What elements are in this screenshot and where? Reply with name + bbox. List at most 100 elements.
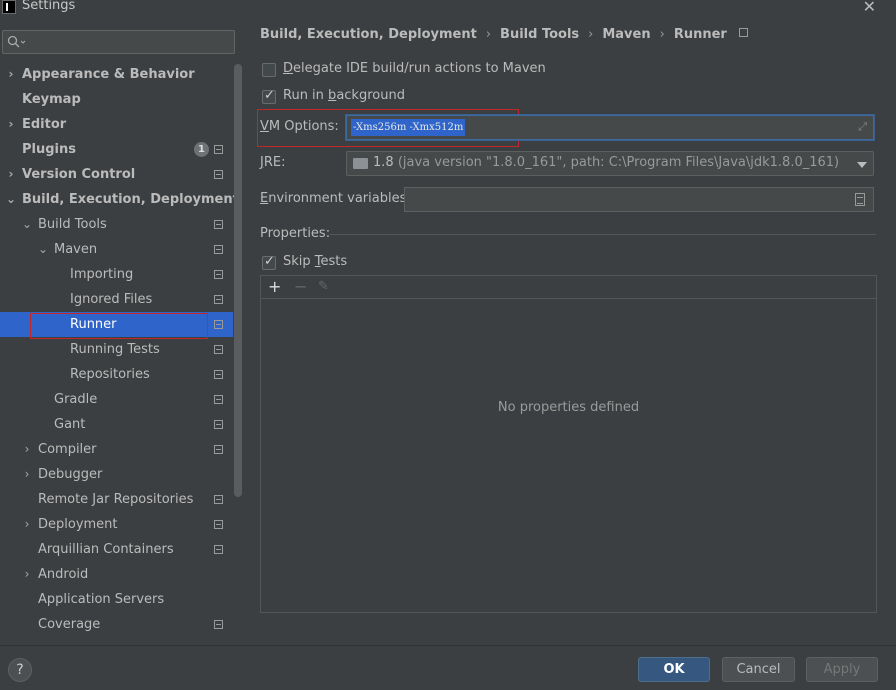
chevron-right-icon[interactable]: ›: [22, 512, 32, 537]
cancel-button[interactable]: Cancel: [722, 657, 795, 682]
sidebar-item-repositories[interactable]: Repositories: [0, 362, 233, 387]
remove-icon[interactable]: −: [294, 277, 307, 297]
project-scope-icon: [214, 395, 223, 404]
delegate-checkbox-row[interactable]: Delegate IDE build/run actions to Maven: [262, 61, 546, 81]
properties-toolbar: + − ✎: [261, 276, 876, 299]
sidebar-item-label: Application Servers: [38, 592, 165, 607]
skip-tests-checkbox[interactable]: [262, 254, 276, 270]
chevron-right-icon[interactable]: ›: [22, 462, 32, 487]
search-input[interactable]: [2, 30, 235, 54]
runner-highlight-box: [30, 313, 208, 339]
chevron-down-icon[interactable]: [857, 162, 867, 168]
chevron-right-icon[interactable]: ›: [22, 562, 32, 587]
project-scope-icon: [214, 220, 223, 229]
sidebar-item-label: Plugins: [22, 142, 76, 157]
skip-tests-row[interactable]: Skip Tests: [262, 254, 352, 274]
vm-options-label: VM Options:: [260, 119, 339, 134]
window-title: Settings: [22, 0, 76, 13]
project-scope-icon: [214, 520, 223, 529]
browse-document-icon[interactable]: [855, 193, 865, 206]
sidebar-item-debugger[interactable]: › Debugger: [0, 462, 233, 487]
sidebar-item-keymap[interactable]: Keymap: [0, 87, 233, 112]
jre-select[interactable]: 1.8 (java version "1.8.0_161", path: C:\…: [346, 151, 874, 176]
chevron-down-icon[interactable]: ⌄: [22, 212, 32, 237]
sidebar-item-gant[interactable]: Gant: [0, 412, 233, 437]
sidebar-scrollbar[interactable]: [234, 64, 242, 497]
sidebar-item-arquillian-containers[interactable]: Arquillian Containers: [0, 537, 233, 562]
env-variables-label: Environment variables:: [260, 191, 411, 206]
help-button[interactable]: ?: [8, 658, 32, 682]
sidebar-item-ignored-files[interactable]: Ignored Files: [0, 287, 233, 312]
settings-sidebar: › Appearance & Behavior Keymap › Editor Plugi…: [0, 20, 243, 645]
sidebar-item-label: Maven: [54, 242, 98, 257]
sidebar-item-label: Deployment: [38, 517, 118, 532]
ok-button[interactable]: OK: [638, 657, 710, 682]
properties-label: Properties:: [260, 226, 331, 241]
sidebar-item-build-execution-deployment[interactable]: ⌄ Build, Execution, Deployment: [0, 187, 239, 212]
chevron-down-icon[interactable]: ⌄: [6, 187, 16, 212]
chevron-right-icon[interactable]: ›: [6, 112, 16, 137]
breadcrumb: Build, Execution, Deployment › Build Tools…: [260, 27, 748, 47]
sidebar-item-importing[interactable]: Importing: [0, 262, 233, 287]
project-scope-icon: [214, 170, 223, 179]
chevron-right-icon[interactable]: ›: [22, 437, 32, 462]
close-icon[interactable]: ✕: [863, 0, 876, 16]
env-variables-input[interactable]: [404, 187, 874, 212]
project-scope-icon: [214, 345, 223, 354]
add-icon[interactable]: +: [268, 277, 281, 297]
empty-state-text: No properties defined: [497, 400, 640, 415]
sidebar-item-application-servers[interactable]: Application Servers: [0, 587, 233, 612]
chevron-right-icon[interactable]: ›: [6, 62, 16, 87]
delegate-checkbox[interactable]: [262, 63, 276, 77]
skip-tests-label: Skip Tests: [283, 254, 348, 269]
apply-button[interactable]: Apply: [806, 657, 878, 682]
vm-options-input[interactable]: -Xms256m -Xmx512m ⤢: [346, 115, 874, 140]
expand-icon[interactable]: ⤢: [858, 120, 867, 134]
sidebar-item-maven[interactable]: ⌄ Maven: [0, 237, 233, 262]
sidebar-item-label: Keymap: [22, 92, 81, 107]
breadcrumb-item: Runner: [673, 27, 727, 42]
sidebar-item-label: Build, Execution, Deployment: [22, 192, 239, 207]
sidebar-item-coverage[interactable]: Coverage: [0, 612, 233, 637]
project-scope-icon: [214, 320, 223, 329]
jre-label: JRE:: [260, 155, 286, 170]
sidebar-item-version-control[interactable]: › Version Control: [0, 162, 233, 187]
sidebar-item-appearance-behavior[interactable]: › Appearance & Behavior: [0, 62, 233, 87]
edit-icon[interactable]: ✎: [318, 277, 329, 297]
sidebar-item-remote-jar-repositories[interactable]: Remote Jar Repositories: [0, 487, 233, 512]
sidebar-item-android[interactable]: › Android: [0, 562, 233, 587]
sidebar-item-label: Ignored Files: [70, 292, 153, 307]
delegate-label: Delegate IDE build/run actions to Maven: [283, 61, 546, 76]
project-scope-icon: [214, 620, 223, 629]
properties-divider: [330, 234, 876, 235]
project-scope-icon: [214, 545, 223, 554]
intellij-app-icon: [2, 0, 16, 14]
sidebar-item-gradle[interactable]: Gradle: [0, 387, 233, 412]
sidebar-item-running-tests[interactable]: Running Tests: [0, 337, 233, 362]
background-checkbox[interactable]: [262, 88, 276, 104]
sidebar-item-label: Compiler: [38, 442, 97, 457]
project-scope-icon: [738, 28, 748, 37]
footer-divider: [0, 645, 896, 646]
project-scope-icon: [214, 270, 223, 279]
breadcrumb-item: Build Tools: [500, 27, 580, 42]
breadcrumb-item: Maven: [602, 27, 651, 42]
background-checkbox-row[interactable]: Run in background: [262, 88, 405, 108]
properties-table[interactable]: + − ✎ No properties defined: [260, 275, 877, 613]
chevron-right-icon[interactable]: ›: [6, 162, 16, 187]
sidebar-item-label: Gradle: [54, 392, 98, 407]
sidebar-item-deployment[interactable]: › Deployment: [0, 512, 233, 537]
sidebar-item-label: Importing: [70, 267, 134, 282]
settings-tree: › Appearance & Behavior Keymap › Editor Plugi…: [0, 62, 239, 637]
sidebar-item-label: Appearance & Behavior: [22, 67, 195, 82]
chevron-down-icon[interactable]: ⌄: [38, 237, 48, 262]
sidebar-item-compiler[interactable]: › Compiler: [0, 437, 233, 462]
sidebar-item-build-tools[interactable]: ⌄ Build Tools: [0, 212, 233, 237]
sidebar-item-editor[interactable]: › Editor: [0, 112, 233, 137]
project-scope-icon: [214, 445, 223, 454]
breadcrumb-item: Build, Execution, Deployment: [260, 27, 477, 42]
update-count-badge: 1: [194, 142, 209, 157]
sidebar-item-plugins[interactable]: Plugins 1: [0, 137, 233, 162]
sidebar-item-label: Android: [38, 567, 89, 582]
sidebar-item-label: Arquillian Containers: [38, 542, 174, 557]
